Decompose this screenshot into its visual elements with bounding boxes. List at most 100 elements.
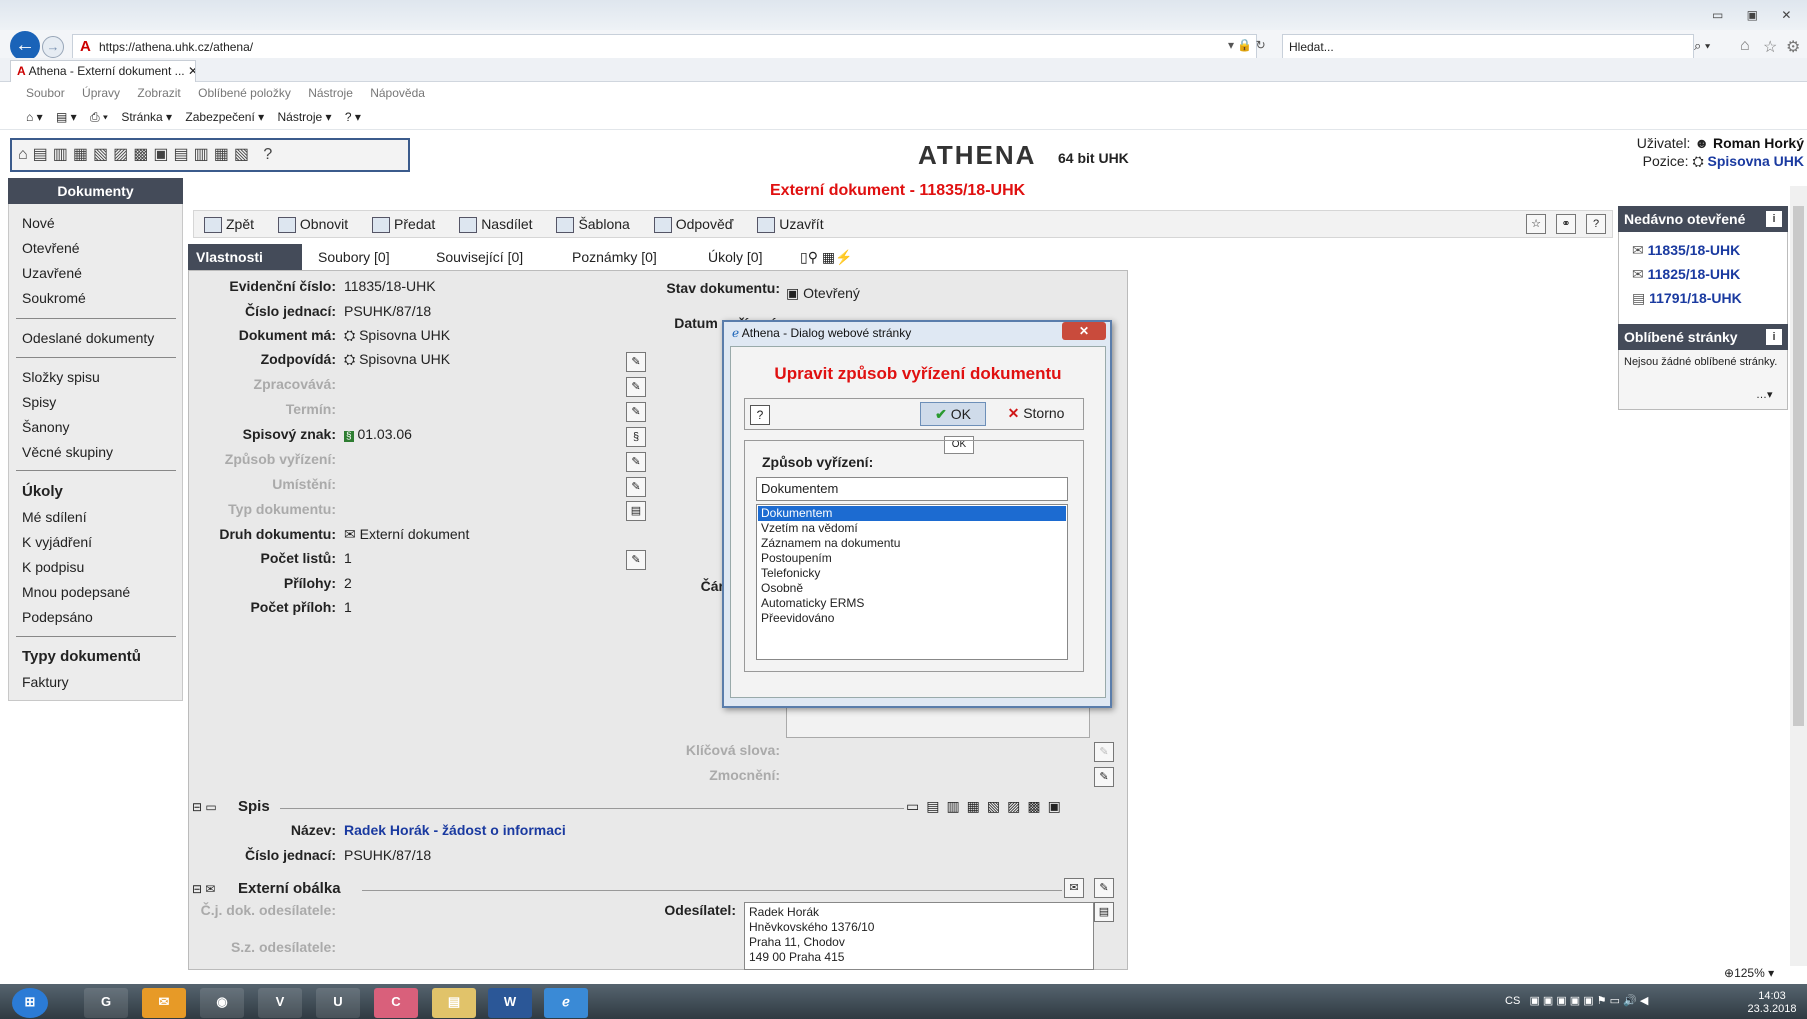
word-icon[interactable]: W xyxy=(488,988,532,1018)
taskbar-app-v[interactable]: V xyxy=(258,988,302,1018)
info-icon[interactable]: i xyxy=(1766,329,1782,345)
sidebar-item-faktury[interactable]: Faktury xyxy=(22,674,69,690)
listbox-option[interactable]: Automaticky ERMS xyxy=(758,596,1066,611)
odesilatel-field[interactable]: Radek Horák Hněvkovského 1376/10 Praha 1… xyxy=(744,902,1094,970)
scrollbar-thumb[interactable] xyxy=(1793,206,1804,726)
url-tools-icon[interactable]: ▾ 🔒 ↻ xyxy=(1228,38,1266,52)
type-edit-icon[interactable]: ▤ xyxy=(626,501,646,521)
sidebar-item-k-vyjadreni[interactable]: K vyjádření xyxy=(22,534,92,550)
position-link[interactable]: Spisovna UHK xyxy=(1708,153,1804,169)
feeds-icon[interactable]: ▤ ▾ xyxy=(56,110,77,124)
link-icon[interactable]: ⚭ xyxy=(1556,214,1576,234)
back-button[interactable]: Zpět xyxy=(204,216,254,234)
star-icon[interactable]: ☆ xyxy=(1763,37,1777,57)
sidebar-item-ukoly[interactable]: Úkoly xyxy=(22,483,63,500)
start-icon[interactable]: ⊞ xyxy=(12,988,48,1018)
help-icon[interactable]: ? xyxy=(1586,214,1606,234)
sidebar-item-podepsano[interactable]: Podepsáno xyxy=(22,609,93,625)
browser-tab[interactable]: A Athena - Externí dokument ... ✕ xyxy=(10,60,196,82)
menu-nastroje[interactable]: Nástroje xyxy=(308,86,353,100)
explorer-icon[interactable]: ▤ xyxy=(432,988,476,1018)
forward-icon[interactable]: → xyxy=(42,36,64,58)
back-icon[interactable]: ← xyxy=(10,31,40,61)
taskbar-app-u[interactable]: U xyxy=(316,988,360,1018)
google-app-icon[interactable]: G xyxy=(84,988,128,1018)
ie-icon[interactable]: ℯ xyxy=(544,988,588,1018)
print-icon[interactable]: ⎙ ▾ xyxy=(90,110,108,124)
home-icon[interactable]: ⌂ ▾ xyxy=(26,110,43,124)
url-input[interactable]: https://athena.uhk.cz/athena/ xyxy=(72,34,1257,60)
edit-icon[interactable]: ✎ xyxy=(626,452,646,472)
template-button[interactable]: Šablona xyxy=(556,216,630,234)
recent-link[interactable]: ✉ 11835/18-UHK xyxy=(1632,242,1740,259)
handover-button[interactable]: Předat xyxy=(372,216,435,234)
gear-icon[interactable]: ⚙ xyxy=(1786,37,1800,57)
sidebar-item-nove[interactable]: Nové xyxy=(22,215,55,231)
edit-icon[interactable]: ✎ xyxy=(1094,742,1114,762)
taskbar-app-c[interactable]: C xyxy=(374,988,418,1018)
listbox-option[interactable]: Přeevidováno xyxy=(758,611,1066,626)
refresh-button[interactable]: Obnovit xyxy=(277,216,348,234)
help-icon[interactable]: ? xyxy=(750,405,770,425)
help-icon[interactable]: ? ▾ xyxy=(345,110,361,124)
sidebar-item-vecne[interactable]: Věcné skupiny xyxy=(22,444,113,460)
collapse-icon[interactable]: ⊟ ✉ xyxy=(192,882,215,896)
language-indicator[interactable]: CS xyxy=(1505,995,1520,1007)
tab-soubory[interactable]: Soubory [0] xyxy=(318,244,390,270)
menu-upravy[interactable]: Úpravy xyxy=(82,86,120,100)
listbox-option[interactable]: Vzetím na vědomí xyxy=(758,521,1066,536)
sidebar-item-sanony[interactable]: Šanony xyxy=(22,419,69,435)
listbox-option[interactable]: Postoupením xyxy=(758,551,1066,566)
spis-toolbar-icons[interactable]: ▭▤▥▦▧▨▩▣ xyxy=(906,798,1068,815)
tab-extra-icons[interactable]: ▯⚲ ▦⚡ xyxy=(800,244,853,270)
zoom-level[interactable]: ⊕125% ▾ xyxy=(1724,966,1774,980)
sidebar-item-odeslane[interactable]: Odeslané dokumenty xyxy=(22,330,154,346)
collapse-icon[interactable]: ⊟ ▭ xyxy=(192,800,217,814)
sidebar-item-spisy[interactable]: Spisy xyxy=(22,394,56,410)
address-book-icon[interactable]: ▤ xyxy=(1094,902,1114,922)
sidebar-item-otevrene[interactable]: Otevřené xyxy=(22,240,80,256)
cmd-stranka[interactable]: Stránka ▾ xyxy=(121,110,172,124)
sidebar-item-mnou-podepsane[interactable]: Mnou podepsané xyxy=(22,584,130,600)
menu-zobrazit[interactable]: Zobrazit xyxy=(137,86,180,100)
cmd-zabezpeceni[interactable]: Zabezpečení ▾ xyxy=(185,110,264,124)
sidebar-item-slozky[interactable]: Složky spisu xyxy=(22,369,100,385)
edit-icon[interactable]: ✎ xyxy=(626,550,646,570)
app-toolbar[interactable]: ⌂▤▥▦▧▨▩▣▤▥▦▧ ? xyxy=(10,138,410,172)
cmd-nastroje[interactable]: Nástroje ▾ xyxy=(277,110,331,124)
edit-icon[interactable]: ✎ xyxy=(626,477,646,497)
spis-nazev-link[interactable]: Radek Horák - žádost o informaci xyxy=(344,822,566,838)
home-icon[interactable]: ⌂ xyxy=(1740,37,1750,55)
search-icon[interactable]: ⌕ ▾ xyxy=(1694,38,1710,54)
menu-soubor[interactable]: Soubor xyxy=(26,86,65,100)
close-document-button[interactable]: Uzavřít xyxy=(757,216,824,234)
search-input[interactable]: Hledat... xyxy=(1282,34,1694,60)
listbox-option[interactable]: Záznamem na dokumentu xyxy=(758,536,1066,551)
ok-button[interactable]: ✔ OK xyxy=(920,402,986,426)
listbox-option[interactable]: Dokumentem xyxy=(758,506,1066,521)
sidebar-item-typy[interactable]: Typy dokumentů xyxy=(22,648,141,665)
info-icon[interactable]: i xyxy=(1766,211,1782,227)
sidebar-item-k-podpisu[interactable]: K podpisu xyxy=(22,559,84,575)
more-dropdown-icon[interactable]: …▾ xyxy=(1756,388,1773,401)
storno-button[interactable]: ✕ Storno xyxy=(994,402,1078,426)
sidebar-item-me-sdileni[interactable]: Mé sdílení xyxy=(22,509,87,525)
edit-icon[interactable]: ✎ xyxy=(1094,767,1114,787)
edit-icon[interactable]: ✎ xyxy=(1094,878,1114,898)
clock[interactable]: 14:03 23.3.2018 xyxy=(1742,990,1802,1016)
edit-icon[interactable]: ✎ xyxy=(626,377,646,397)
edit-icon[interactable]: ✎ xyxy=(626,352,646,372)
share-button[interactable]: Nasdílet xyxy=(459,216,533,234)
code-edit-icon[interactable]: § xyxy=(626,427,646,447)
tab-souvisejici[interactable]: Související [0] xyxy=(436,244,523,270)
listbox-option[interactable]: Telefonicky xyxy=(758,566,1066,581)
zpusob-vyrizeni-input[interactable]: Dokumentem xyxy=(756,477,1068,501)
menu-oblibene[interactable]: Oblíbené položky xyxy=(198,86,291,100)
tab-ukoly[interactable]: Úkoly [0] xyxy=(708,244,762,270)
sidebar-item-soukrome[interactable]: Soukromé xyxy=(22,290,86,306)
window-controls[interactable]: ▭ ▣ ✕ xyxy=(1712,8,1801,22)
sidebar-item-uzavrene[interactable]: Uzavřené xyxy=(22,265,82,281)
close-icon[interactable]: ✕ xyxy=(1062,322,1106,340)
outlook-icon[interactable]: ✉ xyxy=(142,988,186,1018)
edit-icon[interactable]: ✎ xyxy=(626,402,646,422)
